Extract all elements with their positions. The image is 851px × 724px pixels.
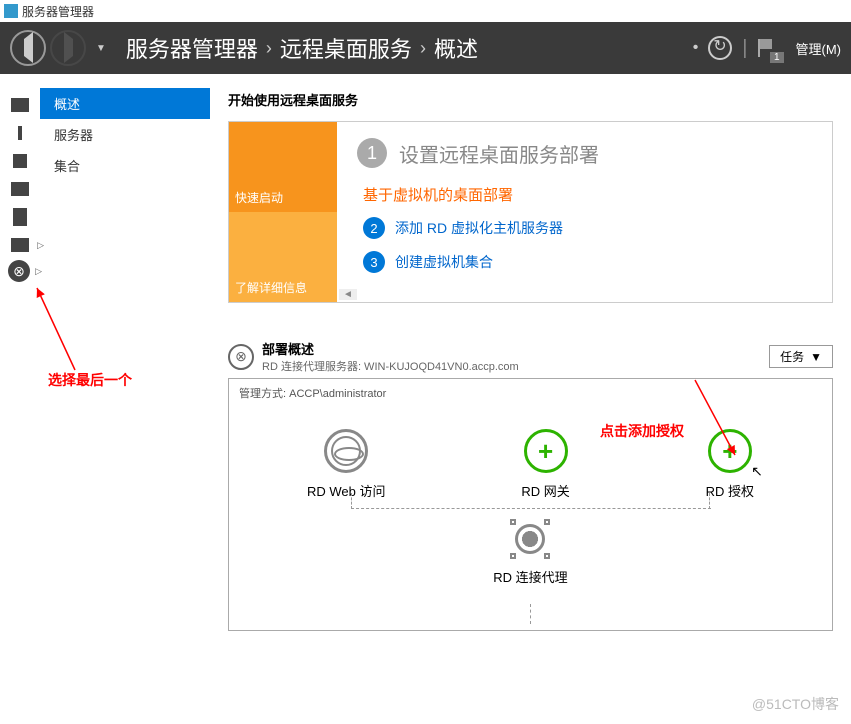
breadcrumb-part[interactable]: 远程桌面服务 [280,32,412,64]
dashboard-icon[interactable] [0,92,40,118]
step-badge: 1 [357,138,387,168]
back-button[interactable] [10,30,46,66]
deploy-subtitle: RD 连接代理服务器: WIN-KUJOQD41VN0.accp.com [262,358,769,374]
setup-step[interactable]: 2 添加 RD 虚拟化主机服务器 [363,217,812,239]
window-title: 服务器管理器 [22,3,94,20]
manage-menu[interactable]: 管理(M) [796,39,842,58]
step-num-badge: 2 [363,217,385,239]
quick-start-tile[interactable]: 快速启动 [229,122,337,212]
broker-icon [510,519,550,559]
cursor-icon: ↖ [751,463,763,480]
learn-more-tile[interactable]: 了解详细信息 [229,212,337,302]
breadcrumb-part[interactable]: 概述 [434,32,478,64]
deploy-header: ⊗ 部署概述 RD 连接代理服务器: WIN-KUJOQD41VN0.accp.… [228,339,833,374]
step-num-badge: 3 [363,251,385,273]
setup-heading: 1 设置远程桌面服务部署 [357,138,812,168]
setup-subtitle: 基于虚拟机的桌面部署 [363,184,812,205]
role-icon-3[interactable]: ▷ [0,232,40,258]
add-icon: + [524,429,568,473]
forward-button[interactable] [50,30,86,66]
window-titlebar: 服务器管理器 [0,0,851,22]
deploy-title: 部署概述 [262,339,769,358]
breadcrumb-sep-icon: › [266,38,272,59]
setup-panel: 快速启动 了解详细信息 1 设置远程桌面服务部署 基于虚拟机的桌面部署 2 添加… [228,121,833,303]
dash-icon: • [693,39,699,57]
notification-flag-icon[interactable]: 1 [758,39,776,57]
globe-icon [324,429,368,473]
tile-label: 快速启动 [235,189,283,206]
step-link[interactable]: 添加 RD 虚拟化主机服务器 [395,218,563,238]
breadcrumb-part[interactable]: 服务器管理器 [126,32,258,64]
all-servers-icon[interactable] [0,148,40,174]
rd-broker-node[interactable]: RD 连接代理 [493,519,567,586]
management-label: 管理方式: ACCP\administrator [239,385,822,401]
sub-sidebar: 概述 服务器 集合 [40,74,210,724]
watermark: @51CTO博客 [752,694,839,714]
tasks-dropdown[interactable]: 任务 ▼ [769,345,833,368]
content-area: 开始使用远程桌面服务 快速启动 了解详细信息 1 设置远程桌面服务部署 基于虚拟… [210,74,851,724]
node-label: RD 网关 [521,481,569,500]
scroll-left-icon[interactable]: ◄ [339,289,357,300]
setup-step[interactable]: 3 创建虚拟机集合 [363,251,812,273]
role-icon-1[interactable] [0,176,40,202]
refresh-icon[interactable] [708,36,732,60]
rd-web-node[interactable]: RD Web 访问 [307,429,386,500]
expand-icon: ▷ [37,240,44,251]
role-icon-2[interactable] [0,204,40,230]
chevron-down-icon[interactable]: ▼ [96,43,106,54]
sidebar-item-servers[interactable]: 服务器 [40,119,210,150]
deploy-overview-icon: ⊗ [228,344,254,370]
sidebar-item-overview[interactable]: 概述 [40,88,210,119]
local-server-icon[interactable] [0,120,40,146]
flag-badge: 1 [770,52,784,63]
deploy-diagram: 管理方式: ACCP\administrator RD Web 访问 + RD … [228,378,833,631]
icon-sidebar: ▷ ⊗▷ [0,74,40,724]
node-label: RD Web 访问 [307,481,386,500]
rds-icon[interactable]: ⊗▷ [8,260,30,282]
breadcrumb: 服务器管理器 › 远程桌面服务 › 概述 [126,32,693,64]
section-title: 开始使用远程桌面服务 [228,90,833,109]
breadcrumb-sep-icon: › [420,38,426,59]
connector-line [530,604,531,624]
app-icon [4,4,18,18]
node-label: RD 连接代理 [493,567,567,586]
header-bar: ▼ 服务器管理器 › 远程桌面服务 › 概述 • | 1 管理(M) [0,22,851,74]
add-icon: +↖ [708,429,752,473]
tasks-label: 任务 [780,348,804,365]
connector-line [351,508,711,509]
expand-icon: ▷ [35,266,42,277]
heading-text: 设置远程桌面服务部署 [399,139,599,168]
rd-license-node[interactable]: +↖ RD 授权 [706,429,754,500]
tile-label: 了解详细信息 [235,279,307,296]
chevron-down-icon: ▼ [810,350,822,364]
divider: | [742,37,747,60]
sidebar-item-collections[interactable]: 集合 [40,150,210,181]
rd-gateway-node[interactable]: + RD 网关 [521,429,569,500]
node-label: RD 授权 [706,481,754,500]
step-link[interactable]: 创建虚拟机集合 [395,252,493,272]
